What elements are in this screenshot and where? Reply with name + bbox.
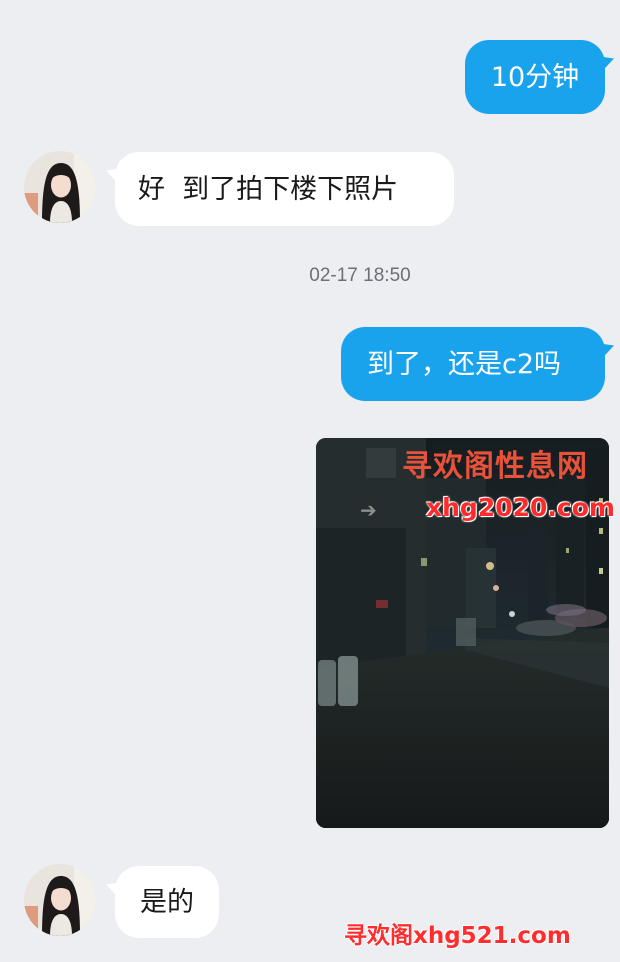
- message-text: 是的: [140, 886, 194, 918]
- avatar-photo-icon: [24, 151, 96, 223]
- message-timestamp: 02-17 18:50: [309, 265, 411, 286]
- message-text: 到了，还是c2吗: [367, 348, 562, 380]
- incoming-message-bubble[interactable]: 好 到了拍下楼下照片: [115, 152, 454, 226]
- outgoing-message-bubble[interactable]: 10分钟: [465, 40, 605, 114]
- avatar-photo-icon: [24, 864, 96, 936]
- watermark-bottom: 寻欢阁xhg521.com: [344, 923, 571, 949]
- contact-avatar[interactable]: [24, 151, 96, 223]
- incoming-message-bubble[interactable]: 是的: [115, 866, 219, 938]
- watermark-domain: xhg2020.com: [426, 493, 615, 522]
- outgoing-message-bubble[interactable]: 到了，还是c2吗: [341, 327, 605, 401]
- message-text: 10分钟: [490, 61, 580, 93]
- contact-avatar[interactable]: [24, 864, 96, 936]
- message-text: 好 到了拍下楼下照片: [138, 173, 399, 205]
- watermark-title: 寻欢阁性息网: [402, 449, 588, 484]
- watermark-arrow-icon: ➔: [360, 498, 377, 522]
